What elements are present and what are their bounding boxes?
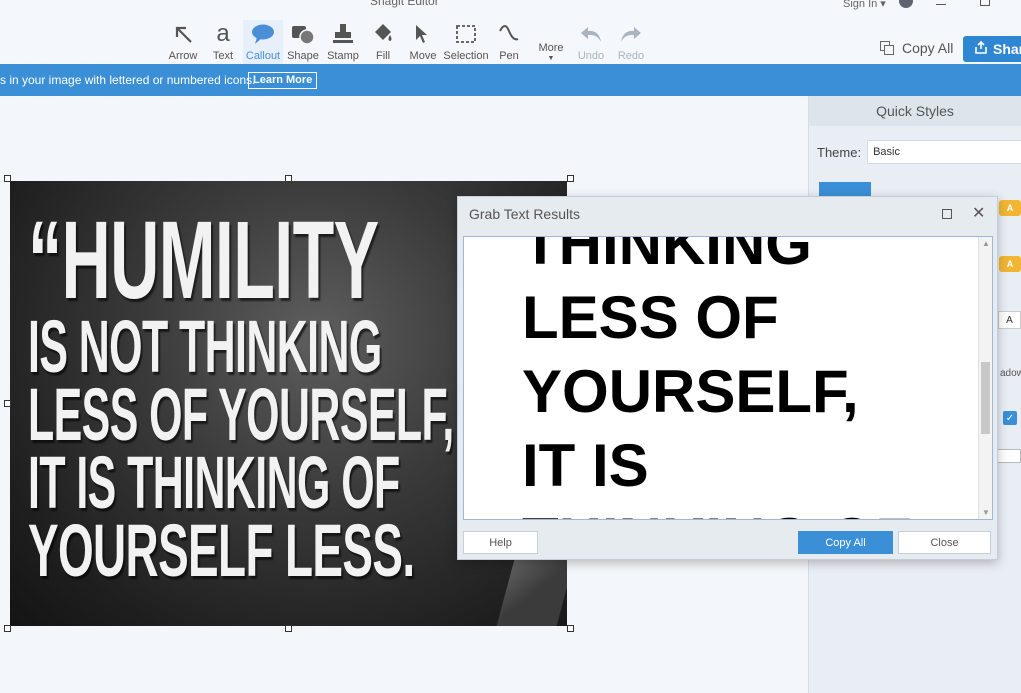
tool-callout[interactable]: Callout [243,20,283,64]
grabbed-text: THINKING LESS OF YOURSELF, IT IS THINKIN… [522,236,912,519]
tool-shape[interactable]: Shape [283,20,323,64]
text-line: YOURSELF, [522,358,859,425]
quote-line: LESS OF YOURSELF, [28,373,454,456]
copy-all-button[interactable]: Copy All [880,40,953,56]
grabbed-text-area[interactable]: THINKING LESS OF YOURSELF, IT IS THINKIN… [463,236,993,520]
undo-icon [579,20,603,48]
toolbar: Arrow a Text Callout Shape Stamp Fill Mo… [163,20,651,64]
quote-line: YOURSELF LESS. [28,509,415,592]
grab-text-dialog: Grab Text Results ✕ THINKING LESS OF YOU… [457,196,998,560]
stamp-icon [332,20,354,48]
resize-handle[interactable] [4,625,11,632]
callout-style-a[interactable]: A [999,200,1021,216]
tool-label: Move [409,50,437,62]
title-bar: Snagit Editor Arrow a Text Callout Shape [0,0,1021,64]
tool-more[interactable]: More ▼ [531,20,571,64]
tool-text[interactable]: a Text [203,20,243,64]
tool-arrow[interactable]: Arrow [163,20,203,64]
tool-stamp[interactable]: Stamp [323,20,363,64]
copy-all-button[interactable]: Copy All [798,531,893,554]
learn-more-button[interactable]: Learn More [248,72,318,89]
copy-icon [880,41,894,55]
panel-title: Quick Styles [809,96,1021,126]
scroll-thumb[interactable] [981,362,990,434]
info-icon[interactable] [899,0,913,8]
tool-move[interactable]: Move [403,20,443,64]
resize-handle[interactable] [4,400,11,407]
tool-label: Shape [287,50,319,62]
tool-label: Undo [577,50,605,62]
maximize-icon[interactable] [942,209,952,219]
banner-text: s in your image with lettered or numbere… [0,73,256,87]
tool-redo[interactable]: Redo [611,20,651,64]
tool-label: Pen [499,50,519,62]
tip-banner: s in your image with lettered or numbere… [0,64,1021,96]
tool-label: More [538,42,564,54]
tool-label: Text [212,50,234,62]
maximize-icon[interactable] [980,0,990,6]
tool-label: Redo [617,50,645,62]
quote-line: IT IS THINKING OF [28,441,400,524]
theme-row: Theme: Basic [817,140,1021,164]
move-icon [412,20,434,48]
resize-handle[interactable] [285,625,292,632]
tool-label: Selection [443,50,489,62]
share-button[interactable]: Share [963,36,1021,62]
app-title: Snagit Editor [370,0,439,8]
close-button[interactable]: Close [898,531,991,554]
theme-label: Theme: [817,144,862,160]
tool-fill[interactable]: Fill [363,20,403,64]
help-button[interactable]: Help [463,531,538,554]
share-icon [975,40,987,57]
shape-icon [291,20,315,48]
tool-label: Arrow [168,50,198,62]
scroll-up-icon[interactable]: ▲ [982,239,990,248]
style-swatch[interactable] [819,182,871,196]
tool-label: Callout [245,50,281,62]
text-line: LESS OF [522,284,779,351]
resize-handle[interactable] [4,175,11,182]
resize-handle[interactable] [285,175,292,182]
quote-line: IS NOT THINKING [28,305,382,388]
chevron-down-icon: ▼ [547,55,555,62]
tool-label: Stamp [327,50,359,62]
copy-all-label: Copy All [902,40,954,56]
shadow-checkbox[interactable]: ✓ [1003,411,1017,425]
tool-selection[interactable]: Selection [443,20,489,64]
sign-in-button[interactable]: Sign In ▾ [843,0,886,10]
font-style-a[interactable]: A [998,311,1021,329]
theme-select[interactable]: Basic [867,140,1021,164]
quote-line: “HUMILITY [28,199,379,322]
dialog-title: Grab Text Results [469,206,581,222]
scroll-down-icon[interactable]: ▼ [982,508,990,517]
minimize-icon[interactable] [936,4,946,5]
selection-icon [455,20,477,48]
property-field[interactable] [996,449,1021,463]
tool-undo[interactable]: Undo [571,20,611,64]
fill-icon [372,20,394,48]
scrollbar[interactable]: ▲ ▼ [978,237,992,519]
close-icon[interactable]: ✕ [972,203,985,223]
text-line: THINKING OF [522,503,912,519]
shadow-label: adow [1000,368,1021,379]
redo-icon [619,20,643,48]
callout-style-a[interactable]: A [999,256,1021,272]
callout-icon [251,20,275,48]
resize-handle[interactable] [567,175,574,182]
resize-handle[interactable] [567,625,574,632]
tool-label: Fill [375,50,391,62]
arrow-icon [172,20,194,48]
pen-icon [498,20,520,48]
text-line: IT IS [522,432,649,499]
share-label: Share [993,41,1021,57]
text-line: THINKING [522,236,812,277]
text-icon: a [216,20,230,47]
tool-pen[interactable]: Pen [489,20,529,64]
